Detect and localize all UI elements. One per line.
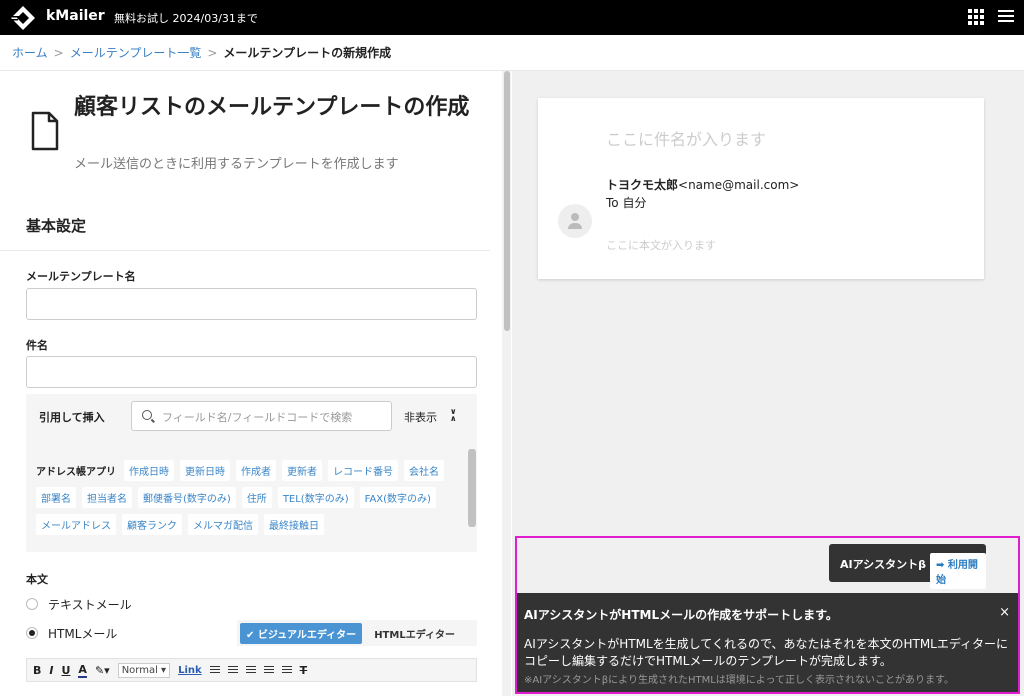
divider: [0, 250, 490, 251]
grid-icon[interactable]: [968, 9, 984, 25]
breadcrumb: ホーム > メールテンプレート一覧 > メールテンプレートの新規作成: [12, 44, 391, 61]
breadcrumb-home[interactable]: ホーム: [12, 44, 48, 61]
field-chip[interactable]: メルマガ配信: [188, 514, 258, 535]
template-name-input[interactable]: [26, 288, 477, 320]
bold-button[interactable]: B: [33, 664, 41, 677]
align-right-icon[interactable]: [281, 665, 292, 675]
field-chip[interactable]: TEL(数字のみ): [277, 487, 354, 508]
field-group-label: アドレス帳アプリ: [36, 467, 116, 478]
scrollbar-thumb[interactable]: [504, 71, 510, 331]
subject-input[interactable]: [26, 356, 477, 388]
field-chip[interactable]: 会社名: [404, 460, 444, 481]
kmailer-logo-icon[interactable]: [10, 5, 36, 31]
field-chip[interactable]: メールアドレス: [36, 514, 116, 535]
field-chip[interactable]: 作成日時: [124, 460, 174, 481]
field-chip[interactable]: 住所: [241, 487, 272, 508]
quote-label: 引用して挿入: [39, 411, 105, 424]
ai-panel-note: ※AIアシスタントβにより生成されたHTMLは環境によって正しく表示されないこと…: [524, 675, 954, 686]
radio-text-mail-label[interactable]: テキストメール: [48, 596, 132, 613]
field-chip[interactable]: 部署名: [36, 487, 76, 508]
body-label: 本文: [26, 573, 48, 586]
field-chip[interactable]: 最終接触日: [264, 514, 324, 535]
field-chip[interactable]: 更新日時: [180, 460, 230, 481]
avatar: [558, 204, 592, 238]
document-icon: [31, 111, 59, 151]
ai-assistant-label: AIアシスタントβ: [840, 558, 927, 571]
quote-insert-bar: 引用して挿入 フィールド名/フィールドコードで検索 非表示 ∨ ∧: [26, 394, 477, 446]
section-title: 基本設定: [26, 217, 87, 235]
field-chip[interactable]: 顧客ランク: [122, 514, 182, 535]
chevron-right-icon: >: [207, 45, 218, 60]
top-bar: kMailer 無料お試し 2024/03/31まで: [0, 0, 1024, 35]
numbered-list-icon[interactable]: [227, 665, 238, 675]
underline-button[interactable]: U: [61, 664, 70, 677]
bullet-list-icon[interactable]: [209, 665, 220, 675]
field-chip-list: アドレス帳アプリ 作成日時 更新日時 作成者 更新者 レコード番号 会社名部署名 担当者名郵…: [26, 446, 477, 552]
italic-button[interactable]: I: [49, 664, 53, 677]
field-chip[interactable]: FAX(数字のみ): [359, 487, 436, 508]
field-list-scrollbar[interactable]: [468, 449, 476, 527]
search-icon: [142, 410, 152, 420]
field-chip[interactable]: 郵便番号(数字のみ): [138, 487, 236, 508]
font-color-button[interactable]: A: [78, 663, 87, 678]
preview-body: ここに本文が入ります: [606, 239, 716, 252]
field-chip[interactable]: 担当者名: [82, 487, 132, 508]
highlight-icon[interactable]: ✎▾: [95, 664, 110, 677]
arrow-right-icon: ➡: [936, 560, 945, 571]
align-center-icon[interactable]: [263, 665, 274, 675]
format-select[interactable]: Normal ▾: [117, 662, 171, 678]
radio-text-mail[interactable]: [26, 598, 38, 610]
trial-notice: 無料お試し 2024/03/31まで: [114, 12, 258, 25]
editor-tabs: ✔ ビジュアルエディター HTMLエディター: [237, 620, 477, 646]
field-search-placeholder: フィールド名/フィールドコードで検索: [162, 411, 353, 424]
hide-toggle[interactable]: 非表示: [404, 409, 437, 425]
radio-html-mail-label[interactable]: HTMLメール: [48, 625, 117, 642]
page-title: 顧客リストのメールテンプレートの作成: [74, 95, 470, 120]
ai-assistant-button[interactable]: AIアシスタントβ ➡ 利用開始: [829, 544, 986, 589]
hamburger-icon[interactable]: [998, 9, 1014, 23]
tab-html-editor[interactable]: HTMLエディター: [366, 623, 463, 644]
ai-panel-title: AIアシスタントがHTMLメールの作成をサポートします。: [524, 608, 838, 622]
breadcrumb-current: メールテンプレートの新規作成: [223, 46, 392, 60]
mail-preview-card: ここに件名が入ります トヨクモ太郎<name@mail.com> To 自分 こ…: [538, 98, 984, 279]
ai-panel-body: AIアシスタントがHTMLを生成してくれるので、あなたはそれを本文のHTMLエデ…: [524, 637, 1009, 668]
close-icon[interactable]: ×: [999, 605, 1010, 620]
preview-subject: ここに件名が入ります: [606, 130, 767, 149]
app-name[interactable]: kMailer: [46, 8, 105, 24]
subject-label: 件名: [26, 339, 48, 352]
align-left-icon[interactable]: [245, 665, 256, 675]
field-search-input[interactable]: フィールド名/フィールドコードで検索: [131, 401, 392, 431]
link-button[interactable]: Link: [178, 665, 202, 676]
field-chip[interactable]: 更新者: [282, 460, 322, 481]
form-scrollbar[interactable]: [502, 71, 511, 696]
editor-toolbar: B I U A ✎▾ Normal ▾ Link T: [26, 658, 477, 682]
collapse-icon[interactable]: ∨ ∧: [450, 408, 457, 423]
tab-visual-editor[interactable]: ✔ ビジュアルエディター: [240, 622, 363, 644]
preview-recipient: To 自分: [606, 196, 647, 210]
chevron-right-icon: >: [53, 45, 64, 60]
template-name-label: メールテンプレート名: [26, 270, 136, 283]
field-chip[interactable]: レコード番号: [328, 460, 398, 481]
page-subtitle: メール送信のときに利用するテンプレートを作成します: [74, 157, 399, 172]
form-panel: 顧客リストのメールテンプレートの作成 メール送信のときに利用するテンプレートを作…: [0, 71, 500, 696]
preview-sender: トヨクモ太郎<name@mail.com>: [606, 178, 800, 192]
breadcrumb-template-list[interactable]: メールテンプレート一覧: [70, 44, 202, 61]
ai-start-button[interactable]: ➡ 利用開始: [930, 553, 986, 589]
ai-info-panel: AIアシスタントがHTMLメールの作成をサポートします。 × AIアシスタントが…: [517, 593, 1018, 692]
field-chip[interactable]: 作成者: [236, 460, 276, 481]
clear-format-button[interactable]: T: [300, 664, 308, 677]
radio-html-mail[interactable]: [26, 627, 38, 639]
